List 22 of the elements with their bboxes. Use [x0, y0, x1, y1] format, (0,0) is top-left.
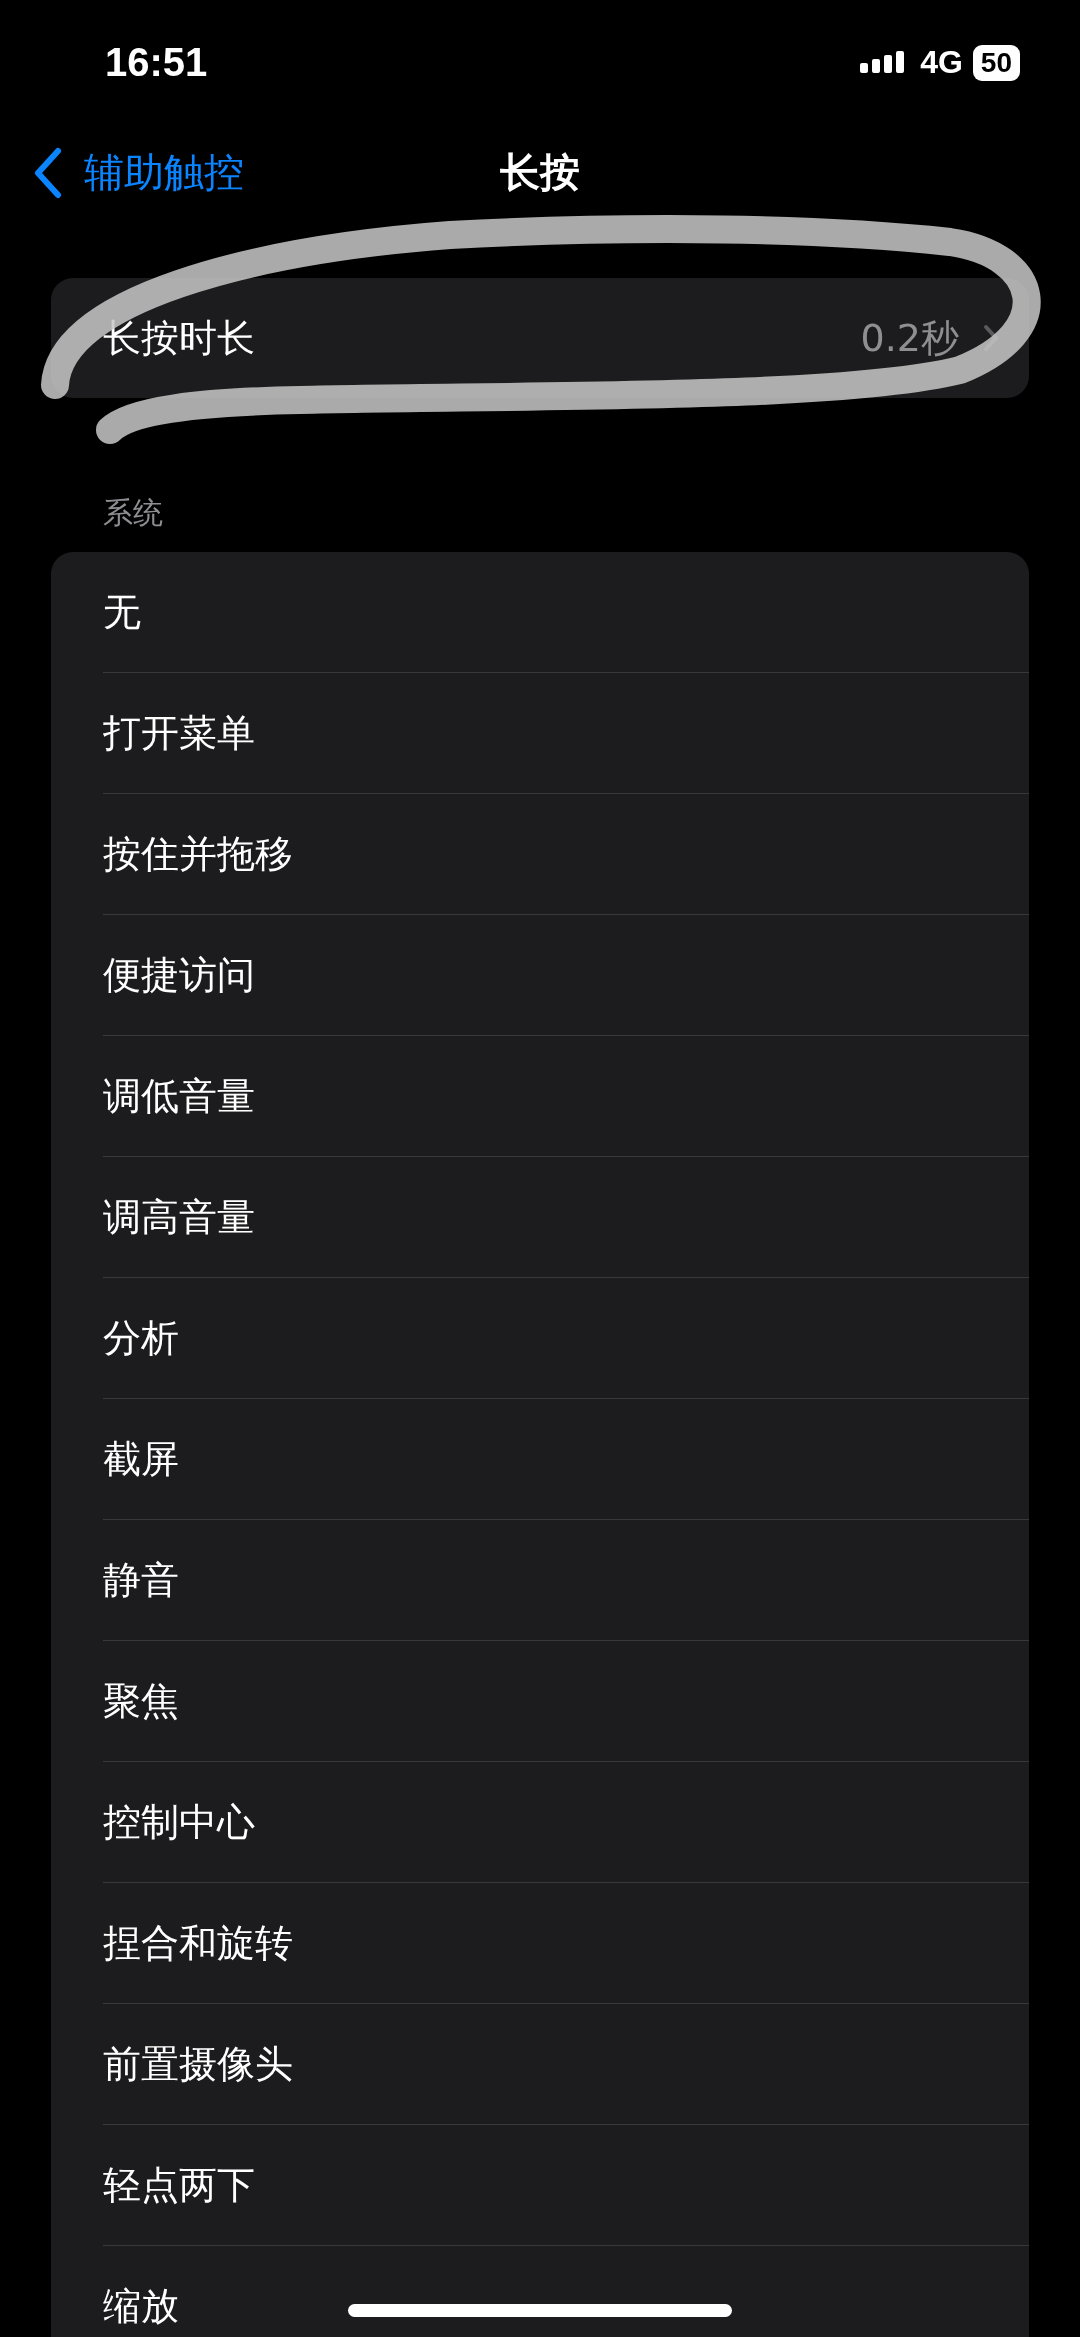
- network-label: 4G: [920, 44, 963, 81]
- action-row[interactable]: 捏合和旋转: [103, 1883, 1029, 2004]
- action-row[interactable]: 控制中心: [103, 1762, 1029, 1883]
- action-row[interactable]: 轻点两下: [103, 2125, 1029, 2246]
- action-row[interactable]: 按住并拖移: [103, 794, 1029, 915]
- action-row[interactable]: 打开菜单: [103, 673, 1029, 794]
- page-title: 长按: [500, 148, 580, 197]
- action-row[interactable]: 调高音量: [103, 1157, 1029, 1278]
- back-button[interactable]: 辅助触控: [0, 145, 244, 200]
- action-row[interactable]: 聚焦: [103, 1641, 1029, 1762]
- action-row[interactable]: 分析: [103, 1278, 1029, 1399]
- action-row[interactable]: 便捷访问: [103, 915, 1029, 1036]
- duration-row[interactable]: 长按时长 0.2秒: [51, 278, 1029, 398]
- section-header: 系统: [103, 494, 164, 532]
- action-row[interactable]: 无: [103, 552, 1029, 673]
- action-row[interactable]: 静音: [103, 1520, 1029, 1641]
- action-row[interactable]: 前置摄像头: [103, 2004, 1029, 2125]
- action-row[interactable]: 截屏: [103, 1399, 1029, 1520]
- back-chevron-icon: [32, 146, 62, 199]
- action-row[interactable]: 调低音量: [103, 1036, 1029, 1157]
- status-time: 16:51: [105, 40, 208, 85]
- battery-indicator: 50: [972, 44, 1020, 81]
